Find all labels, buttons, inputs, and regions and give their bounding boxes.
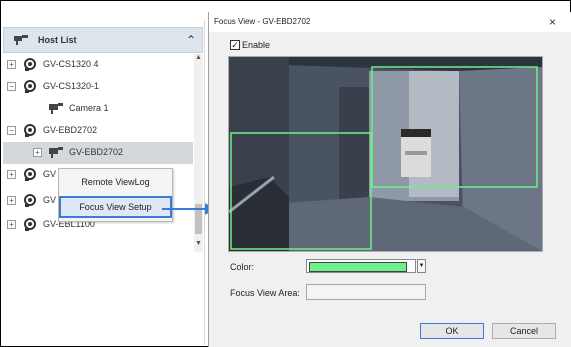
color-picker[interactable] — [306, 259, 416, 273]
tree-item-label: GV-EBD2702 — [69, 147, 124, 157]
ok-button[interactable]: OK — [420, 323, 484, 339]
tree-scrollbar[interactable]: ▲ ▼ — [194, 54, 203, 252]
tree-item[interactable]: − GV-EBD2702 — [3, 120, 193, 142]
camera-icon — [24, 124, 36, 137]
dialog-titlebar: Focus View - GV-EBD2702 × — [209, 12, 571, 32]
expand-icon[interactable]: + — [7, 220, 16, 229]
dialog-title: Focus View - GV-EBD2702 — [214, 17, 311, 26]
focus-area-field[interactable] — [306, 284, 426, 300]
host-list-header[interactable]: Host List ⌃ — [3, 27, 203, 53]
color-swatch — [309, 262, 407, 272]
collapse-icon[interactable]: − — [7, 126, 16, 135]
menu-item-focus-view-setup[interactable]: Focus View Setup — [59, 196, 172, 218]
camera-scene — [229, 57, 542, 251]
tree-item[interactable]: − GV-CS1320-1 — [3, 76, 193, 98]
expand-icon[interactable]: + — [7, 60, 16, 69]
tree-item[interactable]: + GV-CS1320 4 — [3, 54, 193, 76]
tree-item-label: Camera 1 — [69, 103, 109, 113]
camera-icon — [24, 168, 36, 181]
focus-view-dialog: Focus View - GV-EBD2702 × ✓ Enable Color… — [208, 12, 571, 347]
camera-icon — [24, 194, 36, 207]
scroll-down-icon[interactable]: ▼ — [194, 240, 203, 252]
tree-item-label: GV-CS1320 4 — [43, 59, 99, 69]
camera-icon — [24, 80, 36, 93]
host-tree: + GV-CS1320 4 − GV-CS1320-1 Camera 1 − G… — [3, 54, 193, 252]
camera-icon — [24, 58, 36, 71]
tree-item[interactable]: + GV-EBD2702 — [3, 142, 193, 164]
tree-item-label: GV — [43, 195, 57, 205]
expand-icon[interactable]: + — [7, 196, 16, 205]
close-icon[interactable]: × — [549, 15, 556, 29]
collapse-icon[interactable]: − — [7, 82, 16, 91]
cancel-button[interactable]: Cancel — [492, 323, 556, 339]
tree-item-label: GV — [43, 169, 57, 179]
chevron-down-icon[interactable]: ▼ — [417, 259, 426, 273]
enable-label: Enable — [242, 40, 271, 50]
context-menu: Remote ViewLog Focus View Setup — [58, 168, 173, 222]
host-list-icon — [14, 35, 28, 45]
collapse-icon[interactable]: ⌃ — [186, 33, 196, 47]
tree-item-label: GV-CS1320-1 — [43, 81, 100, 91]
camera-icon — [49, 103, 63, 114]
color-label: Color: — [230, 262, 255, 272]
host-list-title: Host List — [38, 35, 77, 45]
camera-icon — [49, 147, 63, 158]
camera-preview[interactable] — [228, 56, 543, 252]
tree-item[interactable]: Camera 1 — [3, 98, 193, 120]
enable-checkbox[interactable]: ✓ — [230, 40, 240, 50]
menu-item-remote-viewlog[interactable]: Remote ViewLog — [59, 171, 172, 193]
focus-area-label: Focus View Area: — [230, 288, 300, 298]
tree-item-label: GV-EBD2702 — [43, 125, 98, 135]
camera-icon — [24, 218, 36, 231]
expand-icon[interactable]: + — [7, 170, 16, 179]
scroll-up-icon[interactable]: ▲ — [194, 54, 203, 66]
expand-icon[interactable]: + — [33, 148, 42, 157]
